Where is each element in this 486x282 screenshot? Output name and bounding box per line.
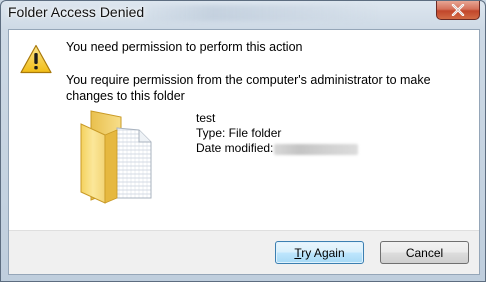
dialog-content: You need permission to perform this acti… [8,29,480,275]
item-date-row: Date modified: [196,141,359,156]
folder-icon [80,110,152,204]
dialog-message: You require permission from the computer… [66,73,431,103]
item-type-row: Type: File folder [196,126,358,141]
item-details: test Type: File folder Date modified: [196,111,359,156]
cancel-label: Cancel [405,245,444,260]
dialog-window: Folder Access Denied You need permission… [0,0,486,282]
dialog-heading: You need permission to perform this acti… [66,40,303,54]
close-button[interactable] [436,1,480,20]
cancel-button[interactable]: Cancel [380,241,469,264]
item-name: test [196,111,216,125]
item-name-row: test [196,111,358,126]
window-title: Folder Access Denied [8,4,145,20]
item-type: Type: File folder [196,126,282,140]
try-again-label: Try Again [294,246,344,260]
warning-icon [20,44,52,74]
try-again-text: ry Again [301,245,345,260]
title-bar[interactable]: Folder Access Denied [1,1,485,27]
item-date-label: Date modified: [196,141,274,155]
close-icon [451,4,465,16]
title-bar-glass [141,5,381,21]
item-date-value-redacted [274,144,359,155]
dialog-footer: Try Again Cancel [9,230,479,274]
try-again-button[interactable]: Try Again [275,241,364,264]
